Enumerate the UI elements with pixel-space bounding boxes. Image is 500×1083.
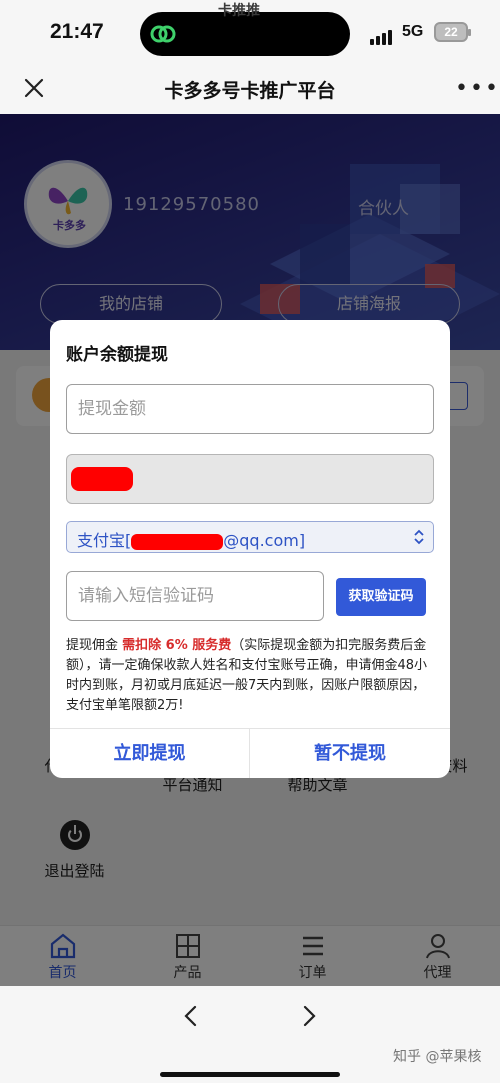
confirm-withdraw-button[interactable]: 立即提现 [50, 729, 250, 778]
chevron-right-icon[interactable] [296, 1004, 320, 1028]
page-title: 卡多多号卡推广平台 [164, 80, 336, 102]
chevron-left-icon[interactable] [180, 1004, 204, 1028]
amount-input[interactable] [67, 385, 433, 433]
payee-name-field [66, 454, 434, 504]
island-ghost-text: 卡推推 [218, 3, 260, 19]
nav-bar: 卡多多号卡推广平台 ••• [0, 66, 500, 114]
withdraw-notice: 提现佣金 需扣除 6% 服务费（实际提现金额为扣完服务费后金额），请一定确保收款… [66, 636, 436, 716]
dialog-footer: 立即提现 暂不提现 [50, 728, 450, 778]
notice-text: 提现佣金 [66, 638, 123, 653]
sms-code-input[interactable] [67, 572, 323, 620]
status-time: 21:47 [50, 20, 104, 43]
notice-highlight: 需扣除 6% 服务费 [122, 638, 232, 653]
browser-toolbar [0, 986, 500, 1083]
account-select-value: 支付宝[ @qq.com] [77, 527, 305, 551]
sms-code-field[interactable] [66, 571, 324, 621]
redaction-mark [131, 533, 224, 550]
account-select[interactable]: 支付宝[ @qq.com] [66, 521, 434, 553]
dialog-title: 账户余额提现 [66, 345, 168, 365]
home-indicator[interactable] [160, 1072, 340, 1077]
withdraw-dialog: 账户余额提现 支付宝[ @qq.com] 获取验证码 提现佣金 需扣除 6% 服务… [50, 320, 450, 778]
chevron-updown-icon [414, 529, 424, 545]
account-suffix: @qq.com] [223, 531, 306, 550]
amount-field[interactable] [66, 384, 434, 434]
signal-icon [370, 26, 394, 45]
account-prefix: 支付宝[ [77, 531, 132, 550]
status-bar: 21:47 卡推推 5G 22 [0, 0, 500, 66]
get-code-button[interactable]: 获取验证码 [336, 578, 426, 616]
link-icon [150, 25, 176, 43]
watermark: 知乎 @苹果核 [393, 1049, 482, 1065]
more-dots-icon[interactable]: ••• [455, 78, 500, 100]
network-type: 5G [402, 23, 424, 40]
battery-icon: 22 [434, 22, 471, 42]
redaction-mark [71, 467, 133, 491]
cancel-withdraw-button[interactable]: 暂不提现 [250, 729, 450, 778]
